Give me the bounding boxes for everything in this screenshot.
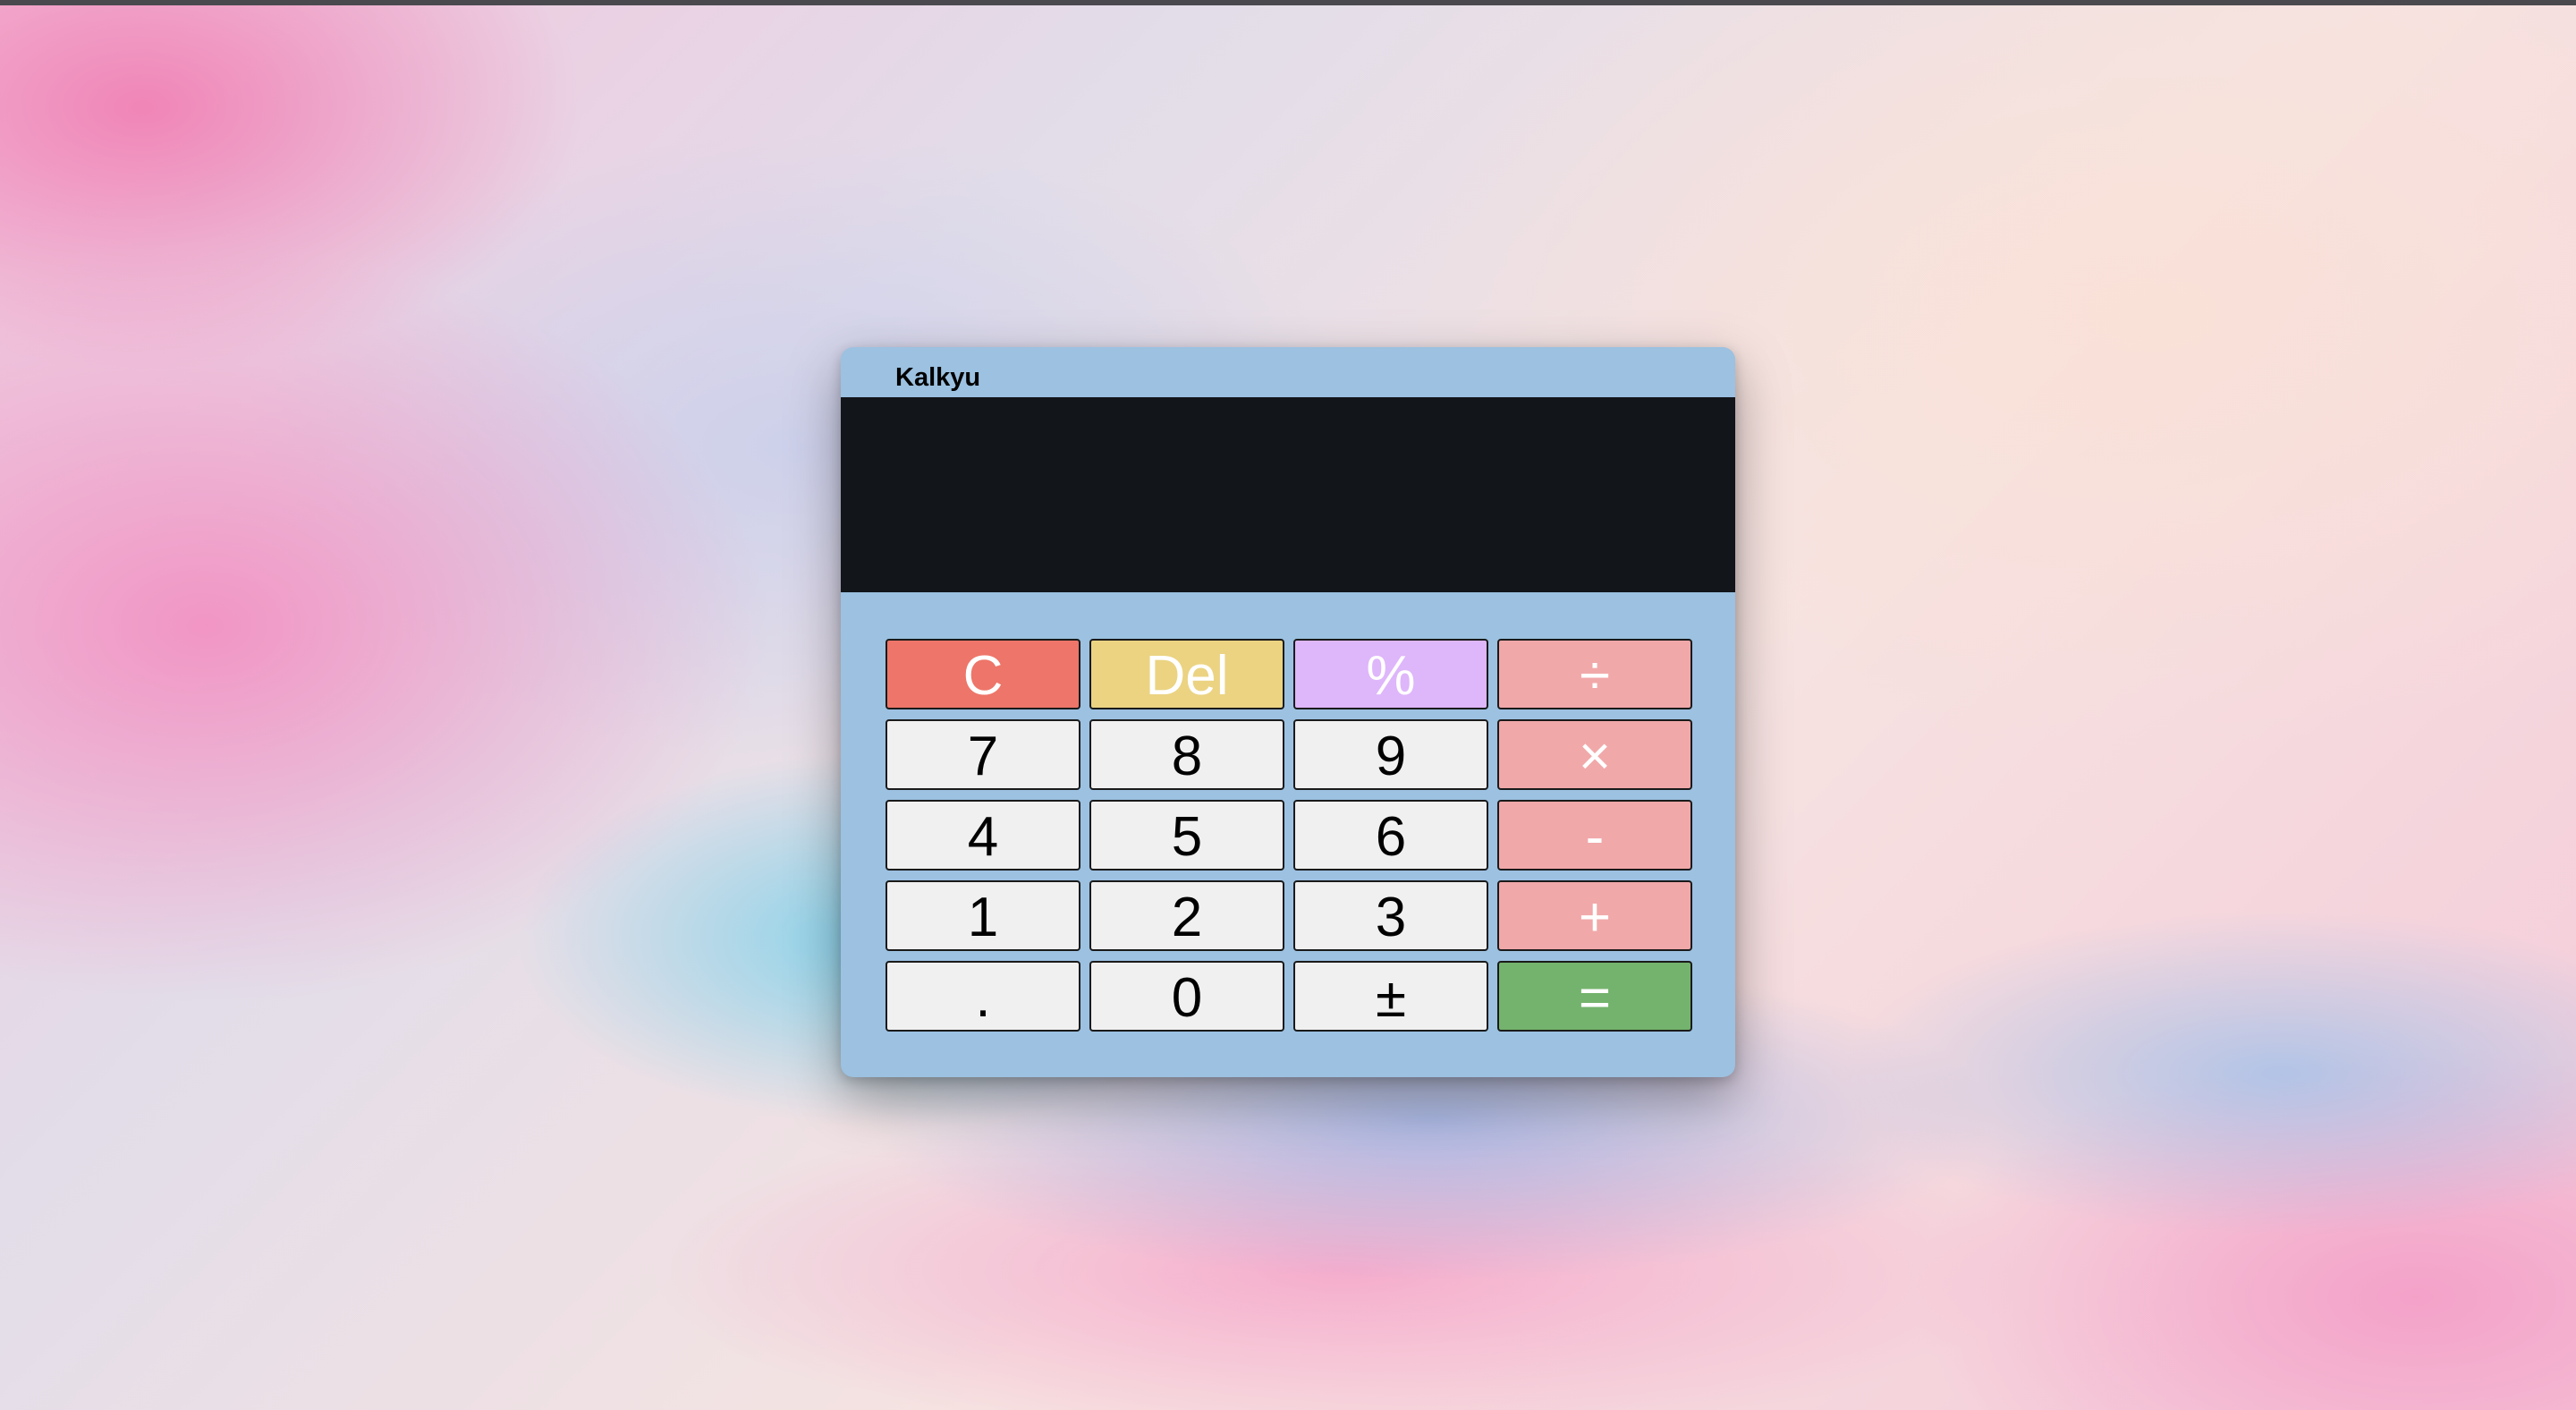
calculator-display xyxy=(841,397,1735,592)
app-title: Kalkyu xyxy=(895,363,981,392)
digit-5-button[interactable]: 5 xyxy=(1089,800,1284,871)
digit-3-button[interactable]: 3 xyxy=(1293,880,1488,951)
title-bar[interactable]: Kalkyu xyxy=(841,347,1735,397)
digit-7-button[interactable]: 7 xyxy=(886,719,1080,790)
screen-top-edge xyxy=(0,0,2576,5)
digit-2-button[interactable]: 2 xyxy=(1089,880,1284,951)
digit-9-button[interactable]: 9 xyxy=(1293,719,1488,790)
negate-button[interactable]: ± xyxy=(1293,961,1488,1032)
digit-8-button[interactable]: 8 xyxy=(1089,719,1284,790)
calculator-window: Kalkyu C Del % ÷ 7 8 9 × 4 5 6 - 1 2 3 +… xyxy=(841,347,1735,1077)
divide-button[interactable]: ÷ xyxy=(1497,639,1692,709)
equals-button[interactable]: = xyxy=(1497,961,1692,1032)
add-button[interactable]: + xyxy=(1497,880,1692,951)
digit-6-button[interactable]: 6 xyxy=(1293,800,1488,871)
digit-4-button[interactable]: 4 xyxy=(886,800,1080,871)
digit-1-button[interactable]: 1 xyxy=(886,880,1080,951)
multiply-button[interactable]: × xyxy=(1497,719,1692,790)
percent-button[interactable]: % xyxy=(1293,639,1488,709)
subtract-button[interactable]: - xyxy=(1497,800,1692,871)
keypad: C Del % ÷ 7 8 9 × 4 5 6 - 1 2 3 + . 0 ± … xyxy=(886,639,1692,1032)
decimal-button[interactable]: . xyxy=(886,961,1080,1032)
delete-button[interactable]: Del xyxy=(1089,639,1284,709)
digit-0-button[interactable]: 0 xyxy=(1089,961,1284,1032)
clear-button[interactable]: C xyxy=(886,639,1080,709)
